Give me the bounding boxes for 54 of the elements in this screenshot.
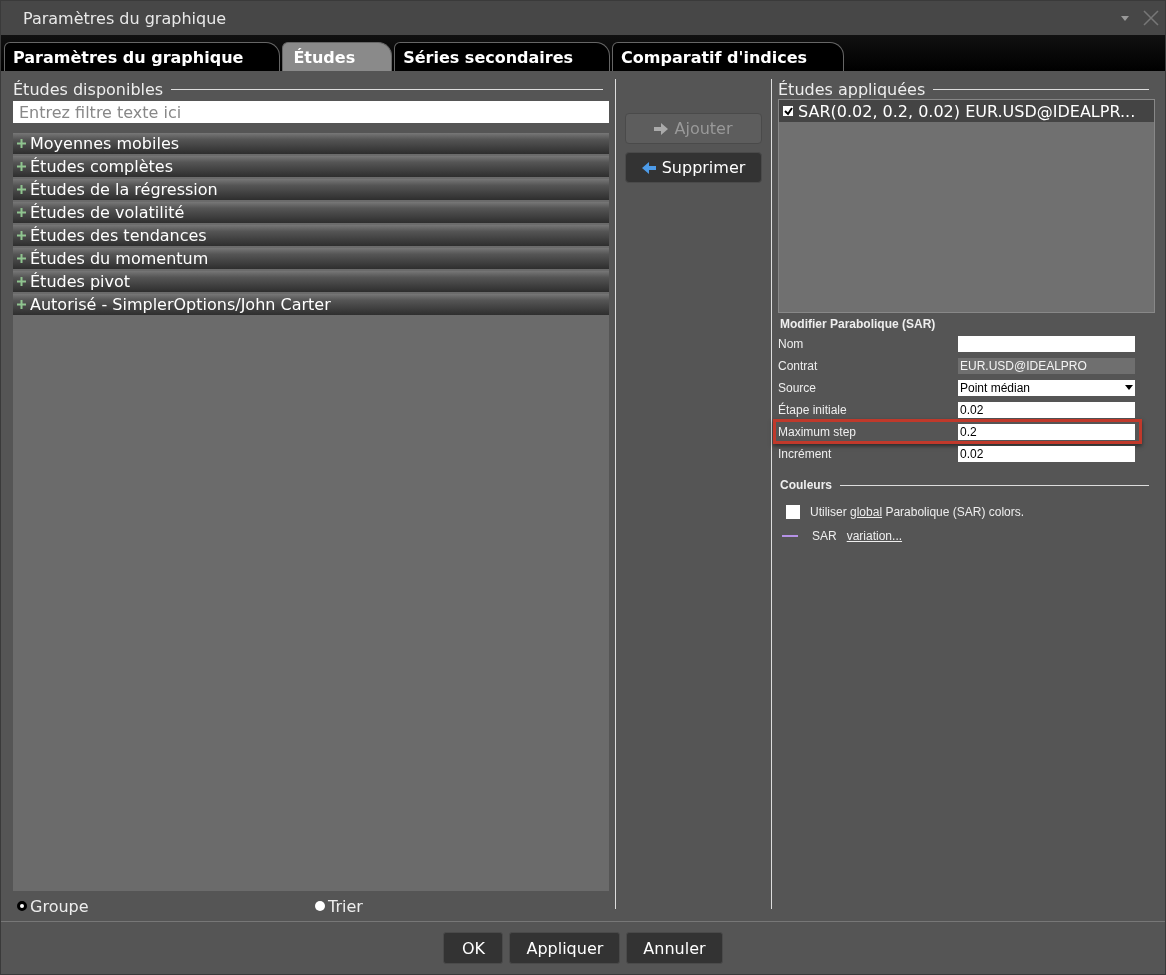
- study-group[interactable]: Études de la régression: [13, 179, 609, 200]
- source-dropdown[interactable]: Point médian: [958, 379, 1135, 396]
- caret-icon[interactable]: [1125, 385, 1133, 390]
- field-label: Étape initiale: [778, 402, 848, 417]
- plus-icon[interactable]: [17, 254, 26, 263]
- field-label: Nom: [778, 336, 805, 351]
- tab[interactable]: Séries secondaires: [394, 42, 611, 71]
- checkbox-label: Utiliser global Parabolique (SAR) colors.: [810, 505, 1025, 519]
- plus-icon[interactable]: [17, 139, 26, 148]
- input-field[interactable]: 0.02: [958, 445, 1135, 462]
- input-field[interactable]: 0.02: [958, 401, 1135, 418]
- section-title: Études disponibles: [13, 79, 164, 99]
- window-title: Paramètres du graphique: [23, 8, 228, 28]
- plus-icon[interactable]: [17, 231, 26, 240]
- plus-icon[interactable]: [17, 208, 26, 217]
- field-label: Incrément: [778, 446, 833, 461]
- study-group[interactable]: Moyennes mobiles: [13, 133, 609, 154]
- study-group[interactable]: Études pivot: [13, 271, 609, 292]
- tab[interactable]: Paramètres du graphique: [4, 42, 281, 71]
- dialog-button[interactable]: Annuler: [626, 932, 723, 964]
- radio-option[interactable]: Trier: [311, 896, 609, 916]
- radio-option[interactable]: Groupe: [13, 896, 311, 916]
- plus-icon[interactable]: [17, 300, 26, 309]
- tab[interactable]: Comparatif d'indices: [612, 42, 845, 71]
- field-label: Source: [778, 380, 818, 395]
- input-field[interactable]: [958, 335, 1135, 352]
- applied-study[interactable]: SAR(0.02, 0.2, 0.02) EUR.USD@IDEALPR...: [779, 100, 1154, 122]
- section-title: Couleurs: [780, 478, 832, 492]
- field-label: Contrat: [778, 358, 819, 373]
- input-field[interactable]: 0.2: [958, 423, 1135, 440]
- readonly-field: EUR.USD@IDEALPRO: [958, 357, 1135, 374]
- checkbox[interactable]: [786, 505, 800, 519]
- field-label: Maximum step: [778, 424, 858, 439]
- filter-field[interactable]: Entrez filtre texte ici: [13, 101, 609, 123]
- plus-icon[interactable]: [17, 185, 26, 194]
- global-link[interactable]: global: [850, 505, 883, 519]
- editor-title: Modifier Parabolique (SAR): [780, 317, 937, 331]
- dialog-button[interactable]: OK: [443, 932, 504, 964]
- plus-icon[interactable]: [17, 162, 26, 171]
- plus-icon[interactable]: [17, 277, 26, 286]
- study-group[interactable]: Autorisé - SimplerOptions/John Carter: [13, 294, 609, 315]
- arrow-right-icon: [654, 121, 669, 136]
- variation-link[interactable]: variation...: [846, 529, 903, 543]
- study-group[interactable]: Études des tendances: [13, 225, 609, 246]
- checkbox[interactable]: [783, 106, 793, 116]
- remove-button[interactable]: Supprimer: [625, 152, 762, 183]
- study-group[interactable]: Études complètes: [13, 156, 609, 177]
- line-swatch[interactable]: [782, 535, 798, 537]
- section-title: Études appliquées: [778, 79, 926, 99]
- arrow-left-icon: [641, 160, 656, 175]
- dialog-button[interactable]: Appliquer: [509, 932, 621, 964]
- series-name: SAR: [812, 529, 837, 543]
- study-group[interactable]: Études du momentum: [13, 248, 609, 269]
- study-group[interactable]: Études de volatilité: [13, 202, 609, 223]
